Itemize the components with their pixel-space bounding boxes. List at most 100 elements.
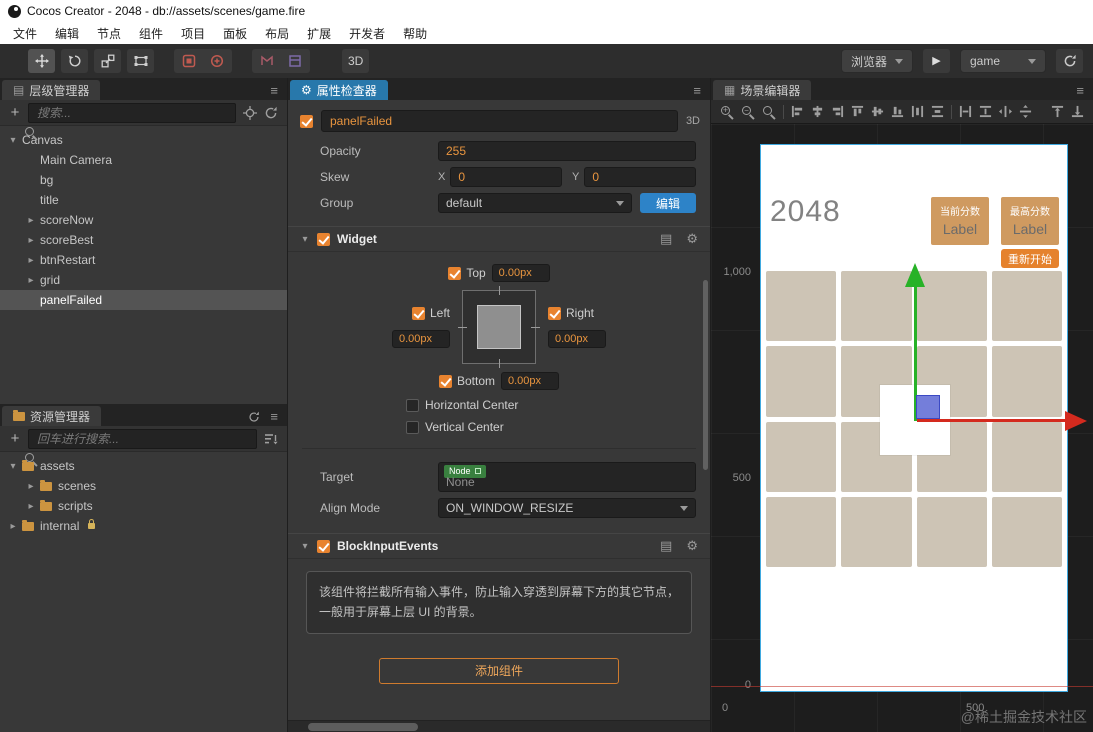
align-right-icon[interactable]: [831, 105, 844, 118]
caret-down-icon[interactable]: ▾: [300, 234, 310, 245]
move-tool-button[interactable]: [28, 49, 55, 73]
tab-assets[interactable]: 资源管理器: [2, 406, 102, 426]
right-margin-input[interactable]: 0.00px: [548, 330, 606, 348]
distribute-h-icon[interactable]: [911, 105, 924, 118]
target-node-field[interactable]: Node None: [438, 462, 696, 492]
tab-scene[interactable]: ▦ 场景编辑器: [713, 80, 812, 100]
menu-layout[interactable]: 布局: [256, 25, 298, 42]
vertical-center-checkbox[interactable]: [406, 420, 419, 434]
gizmo-x-arrow-icon[interactable]: [1065, 411, 1087, 431]
add-asset-button[interactable]: +: [9, 430, 21, 447]
menu-project[interactable]: 项目: [172, 25, 214, 42]
horizontal-center-toggle[interactable]: Horizontal Center: [288, 394, 710, 416]
tab-inspector[interactable]: ⚙ 属性检查器: [290, 80, 388, 100]
group-edit-button[interactable]: 编辑: [640, 193, 696, 213]
menu-panel[interactable]: 面板: [214, 25, 256, 42]
hierarchy-node-grid[interactable]: ▸ grid: [0, 270, 287, 290]
plugin-stamp-button[interactable]: [177, 49, 201, 73]
stretch-h-icon[interactable]: [959, 105, 972, 118]
caret-right-icon[interactable]: ▸: [26, 501, 36, 512]
rotate-tool-button[interactable]: [61, 49, 88, 73]
sort-filter-icon[interactable]: [264, 432, 278, 446]
plugin-mail-button[interactable]: [255, 49, 279, 73]
widget-bottom-toggle[interactable]: Bottom: [438, 374, 495, 388]
asset-folder-scripts[interactable]: ▸ scripts: [0, 496, 287, 516]
asset-folder-assets[interactable]: ▾ assets: [0, 456, 287, 476]
plugin-box-button[interactable]: [283, 49, 307, 73]
menu-developer[interactable]: 开发者: [340, 25, 394, 42]
scene-viewport[interactable]: 2048 当前分数 Label 最高分数 Label 重新开始 1,000 50…: [711, 124, 1093, 732]
gizmo-xy-handle[interactable]: [916, 395, 940, 419]
caret-right-icon[interactable]: ▸: [26, 275, 36, 286]
caret-right-icon[interactable]: ▸: [26, 215, 36, 226]
menu-file[interactable]: 文件: [4, 25, 46, 42]
bottom-checkbox[interactable]: [438, 374, 452, 388]
horizontal-center-checkbox[interactable]: [406, 398, 419, 412]
skew-x-input[interactable]: 0: [450, 167, 562, 187]
stretch-v-icon[interactable]: [979, 105, 992, 118]
caret-right-icon[interactable]: ▸: [8, 521, 18, 532]
caret-down-icon[interactable]: ▾: [8, 461, 18, 472]
caret-right-icon[interactable]: ▸: [26, 481, 36, 492]
asset-folder-scenes[interactable]: ▸ scenes: [0, 476, 287, 496]
zoom-reset-icon[interactable]: [762, 105, 776, 119]
right-checkbox[interactable]: [548, 306, 561, 320]
component-gear-icon[interactable]: ⚙: [686, 231, 698, 247]
snap-up-icon[interactable]: [1051, 105, 1064, 118]
top-checkbox[interactable]: [448, 266, 462, 280]
hierarchy-node-btnrestart[interactable]: ▸ btnRestart: [0, 250, 287, 270]
distribute-v-icon[interactable]: [931, 105, 944, 118]
hierarchy-node-title[interactable]: title: [0, 190, 287, 210]
zoom-out-icon[interactable]: [741, 105, 755, 119]
align-v-center-icon[interactable]: [871, 105, 884, 118]
component-gear-icon[interactable]: ⚙: [686, 538, 698, 554]
assets-search-input[interactable]: [28, 428, 257, 449]
opacity-input[interactable]: 255: [438, 141, 696, 161]
vertical-center-toggle[interactable]: Vertical Center: [288, 416, 710, 438]
hierarchy-node-scorenow[interactable]: ▸ scoreNow: [0, 210, 287, 230]
align-left-icon[interactable]: [791, 105, 804, 118]
panel-menu-icon[interactable]: ≡: [693, 83, 701, 98]
group-dropdown[interactable]: default: [438, 193, 632, 213]
widget-enabled-checkbox[interactable]: [317, 232, 330, 246]
menu-extension[interactable]: 扩展: [298, 25, 340, 42]
help-doc-icon[interactable]: ▤: [660, 538, 672, 554]
widget-left-toggle[interactable]: Left: [411, 306, 450, 320]
refresh-hierarchy-icon[interactable]: [264, 106, 278, 120]
scale-tool-button[interactable]: [94, 49, 121, 73]
left-checkbox[interactable]: [411, 306, 425, 320]
skew-y-input[interactable]: 0: [584, 167, 696, 187]
preview-target-dropdown[interactable]: 浏览器: [840, 49, 913, 73]
align-h-center-icon[interactable]: [811, 105, 824, 118]
hscroll-thumb[interactable]: [308, 723, 418, 731]
caret-right-icon[interactable]: ▸: [26, 255, 36, 266]
snap-down-icon[interactable]: [1071, 105, 1084, 118]
hierarchy-node-canvas[interactable]: ▾ Canvas: [0, 130, 287, 150]
menu-edit[interactable]: 编辑: [46, 25, 88, 42]
caret-right-icon[interactable]: ▸: [26, 235, 36, 246]
top-margin-input[interactable]: 0.00px: [491, 264, 550, 282]
zoom-in-icon[interactable]: [720, 105, 734, 119]
add-node-button[interactable]: +: [9, 104, 21, 121]
panel-menu-icon[interactable]: ≡: [270, 83, 278, 98]
play-button[interactable]: ▶: [923, 49, 950, 73]
device-select[interactable]: game: [960, 49, 1046, 73]
bottom-margin-input[interactable]: 0.00px: [501, 372, 559, 390]
widget-section-header[interactable]: ▾ Widget ▤ ⚙: [288, 226, 710, 252]
caret-down-icon[interactable]: ▾: [300, 541, 310, 552]
gizmo-x-axis[interactable]: [917, 419, 1065, 422]
blockinput-section-header[interactable]: ▾ BlockInputEvents ▤ ⚙: [288, 533, 710, 559]
3d-mode-button[interactable]: 3D: [342, 49, 370, 73]
hierarchy-node-bg[interactable]: bg: [0, 170, 287, 190]
menu-component[interactable]: 组件: [130, 25, 172, 42]
caret-down-icon[interactable]: ▾: [8, 135, 18, 146]
locate-node-icon[interactable]: [243, 105, 257, 120]
left-margin-input[interactable]: 0.00px: [392, 330, 450, 348]
widget-top-toggle[interactable]: Top: [448, 266, 486, 280]
blockinput-enabled-checkbox[interactable]: [317, 539, 330, 553]
menu-help[interactable]: 帮助: [394, 25, 436, 42]
add-component-button[interactable]: 添加组件: [379, 657, 619, 684]
panel-menu-icon[interactable]: ≡: [270, 409, 278, 424]
hierarchy-node-main-camera[interactable]: Main Camera: [0, 150, 287, 170]
panel-menu-icon[interactable]: ≡: [1076, 83, 1084, 98]
